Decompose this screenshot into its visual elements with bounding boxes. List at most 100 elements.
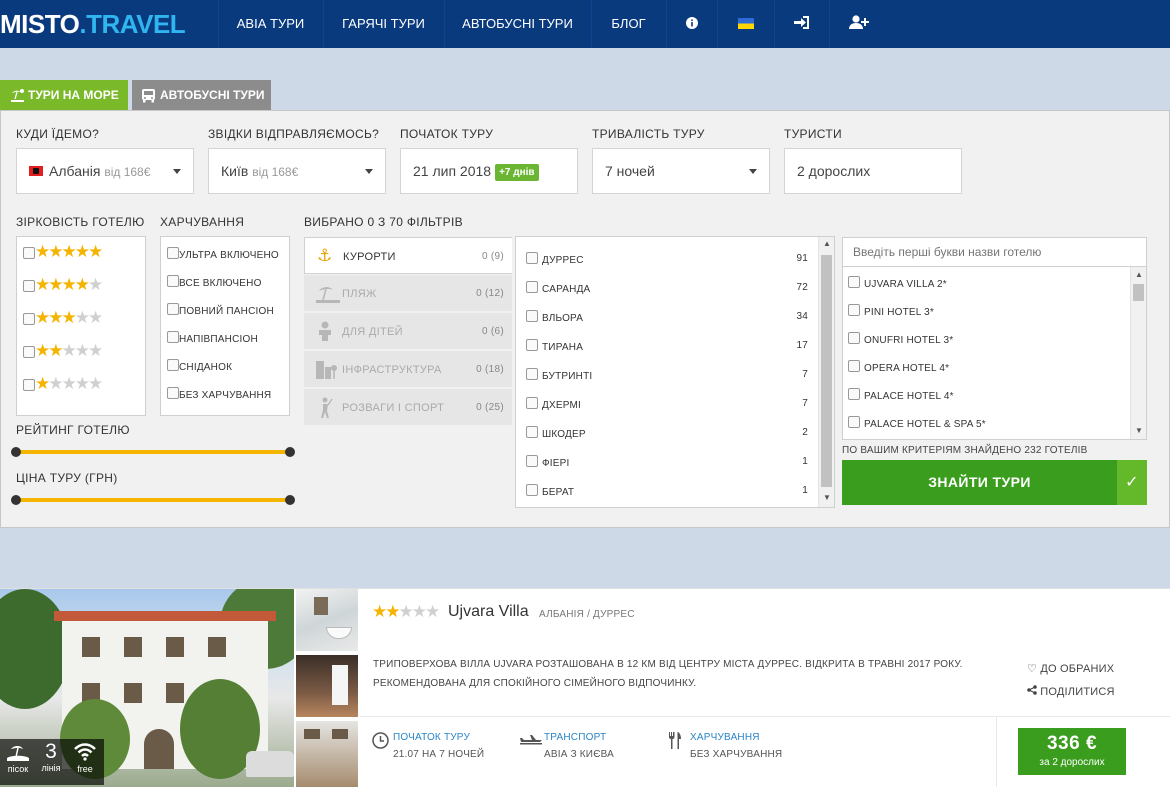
checkbox[interactable] — [526, 397, 538, 409]
checkbox[interactable] — [167, 303, 179, 315]
start-date-label: ПОЧАТОК ТУРУ — [400, 127, 494, 141]
window — [82, 637, 100, 657]
price-slider-min-handle[interactable] — [11, 495, 21, 505]
checkbox[interactable] — [848, 360, 860, 372]
photo-thumbnail-bathroom[interactable] — [296, 589, 358, 651]
duration-select[interactable]: 7 ночей — [592, 148, 770, 194]
checkbox[interactable] — [526, 339, 538, 351]
site-logo[interactable]: MISTO.TRAVEL — [0, 9, 186, 39]
stars-filter-label: ЗІРКОВІСТЬ ГОТЕЛЮ — [16, 215, 145, 229]
share-icon — [1027, 685, 1037, 695]
photo-thumbnail-room[interactable] — [296, 655, 358, 717]
divider — [360, 716, 1170, 717]
category-name: ПЛЯЖ — [342, 288, 377, 300]
resort-item[interactable]: ТИРАНА 17 — [526, 339, 808, 368]
logo-main-text: MISTO — [0, 9, 80, 39]
checkbox[interactable] — [167, 359, 179, 371]
resort-item[interactable]: ШКОДЕР 2 — [526, 426, 808, 455]
resort-count: 34 — [796, 311, 808, 322]
rating-slider-max-handle[interactable] — [285, 447, 295, 457]
price-per-persons: за 2 дорослих — [1039, 757, 1105, 768]
checkbox[interactable] — [167, 275, 179, 287]
price-slider-track[interactable] — [16, 498, 290, 502]
scroll-up-icon[interactable]: ▲ — [823, 239, 831, 248]
checkbox[interactable] — [23, 346, 35, 358]
window — [332, 729, 348, 739]
find-tours-button[interactable]: ЗНАЙТИ ТУРИ ✓ — [842, 460, 1147, 505]
resort-item[interactable]: ДХЕРМІ 7 — [526, 397, 808, 426]
nav-bus-tours[interactable]: АВТОБУСНІ ТУРИ — [444, 0, 590, 48]
scrollbar-thumb[interactable] — [821, 255, 832, 487]
tab-sea-tours[interactable]: ТУРИ НА МОРЕ — [0, 80, 128, 110]
car — [246, 751, 294, 777]
checkbox[interactable] — [526, 455, 538, 467]
resort-item[interactable]: ДУРРЕС 91 — [526, 252, 808, 281]
checkbox[interactable] — [526, 281, 538, 293]
destination-select[interactable]: Албанія від 168€ — [16, 148, 194, 194]
checkbox[interactable] — [526, 252, 538, 264]
golfer-icon — [316, 397, 334, 424]
checkbox[interactable] — [23, 280, 35, 292]
tab-bus-tours[interactable]: АВТОБУСНІ ТУРИ — [132, 80, 271, 110]
checkbox[interactable] — [23, 247, 35, 259]
checkbox[interactable] — [23, 379, 35, 391]
nav-hot-tours[interactable]: ГАРЯЧІ ТУРИ — [323, 0, 443, 48]
checkbox[interactable] — [526, 484, 538, 496]
resort-item[interactable]: БЕРАТ 1 — [526, 484, 808, 513]
checkbox[interactable] — [848, 388, 860, 400]
share-link[interactable]: ПОДІЛИТИСЯ — [1027, 685, 1115, 698]
stars-filter-box: ★★★★★ ★★★★★ ★★★★★ ★★★★★ ★★★★★ — [16, 236, 146, 416]
login-icon[interactable] — [774, 0, 828, 48]
hotel-search-field[interactable] — [842, 237, 1147, 267]
category-resorts[interactable]: ⚓ КУРОРТИ 0 (9) — [304, 237, 512, 274]
ukraine-flag-icon[interactable] — [717, 0, 773, 48]
checkbox[interactable] — [848, 276, 860, 288]
checkbox[interactable] — [167, 387, 179, 399]
tourists-field[interactable]: 2 дорослих — [784, 148, 962, 194]
checkbox[interactable] — [848, 332, 860, 344]
transport-label: ТРАНСПОРТ — [544, 732, 607, 743]
rating-slider-track[interactable] — [16, 450, 290, 454]
category-kids[interactable]: ДЛЯ ДІТЕЙ 0 (6) — [304, 313, 512, 350]
checkbox[interactable] — [848, 416, 860, 428]
add-to-favorites-link[interactable]: ♡ ДО ОБРАНИХ — [1027, 662, 1114, 675]
resort-item[interactable]: БУТРИНТІ 7 — [526, 368, 808, 397]
hotel-search-input[interactable] — [853, 239, 1143, 265]
departure-select[interactable]: Київ від 168€ — [208, 148, 386, 194]
category-count: 0 (6) — [481, 326, 504, 337]
resort-item[interactable]: ФІЕРІ 1 — [526, 455, 808, 484]
nav-blog[interactable]: БЛОГ — [591, 0, 665, 48]
resorts-scrollbar[interactable]: ▲ ▼ — [818, 237, 834, 507]
scroll-up-icon[interactable]: ▲ — [1135, 270, 1143, 279]
features-badges: пісок 3 лінія free — [0, 739, 104, 785]
resort-item[interactable]: ВЛЬОРА 34 — [526, 310, 808, 339]
checkbox[interactable] — [167, 247, 179, 259]
resort-item[interactable]: САРАНДА 72 — [526, 281, 808, 310]
scroll-down-icon[interactable]: ▼ — [823, 493, 831, 502]
photo-thumbnail-exterior[interactable] — [296, 721, 358, 787]
scroll-down-icon[interactable]: ▼ — [1135, 426, 1143, 435]
hotel-main-photo[interactable]: пісок 3 лінія free — [0, 589, 294, 787]
price-slider-max-handle[interactable] — [285, 495, 295, 505]
rating-slider-min-handle[interactable] — [11, 447, 21, 457]
scrollbar-thumb[interactable] — [1133, 284, 1144, 301]
info-icon[interactable] — [666, 0, 716, 48]
wifi-badge: free — [70, 739, 100, 774]
category-entertainment[interactable]: РОЗВАГИ І СПОРТ 0 (25) — [304, 389, 512, 426]
start-date-field[interactable]: 21 лип 2018 +7 днів — [400, 148, 578, 194]
category-beach[interactable]: ПЛЯЖ 0 (12) — [304, 275, 512, 312]
hotel-name[interactable]: Ujvara Villa — [448, 603, 529, 621]
price-button[interactable]: 336 € за 2 дорослих — [1018, 728, 1126, 775]
duration-label: ТРИВАЛІСТЬ ТУРУ — [592, 127, 705, 141]
checkbox[interactable] — [526, 368, 538, 380]
nav-avia-tours[interactable]: АВІА ТУРИ — [218, 0, 322, 48]
food-option-label: БЕЗ ХАРЧУВАННЯ — [179, 390, 272, 401]
add-user-icon[interactable] — [829, 0, 887, 48]
checkbox[interactable] — [848, 304, 860, 316]
category-infrastructure[interactable]: ІНФРАСТРУКТУРА 0 (18) — [304, 351, 512, 388]
checkbox[interactable] — [526, 310, 538, 322]
checkbox[interactable] — [526, 426, 538, 438]
checkbox[interactable] — [167, 331, 179, 343]
checkbox[interactable] — [23, 313, 35, 325]
hotel-list-scrollbar[interactable]: ▲ ▼ — [1130, 267, 1146, 439]
